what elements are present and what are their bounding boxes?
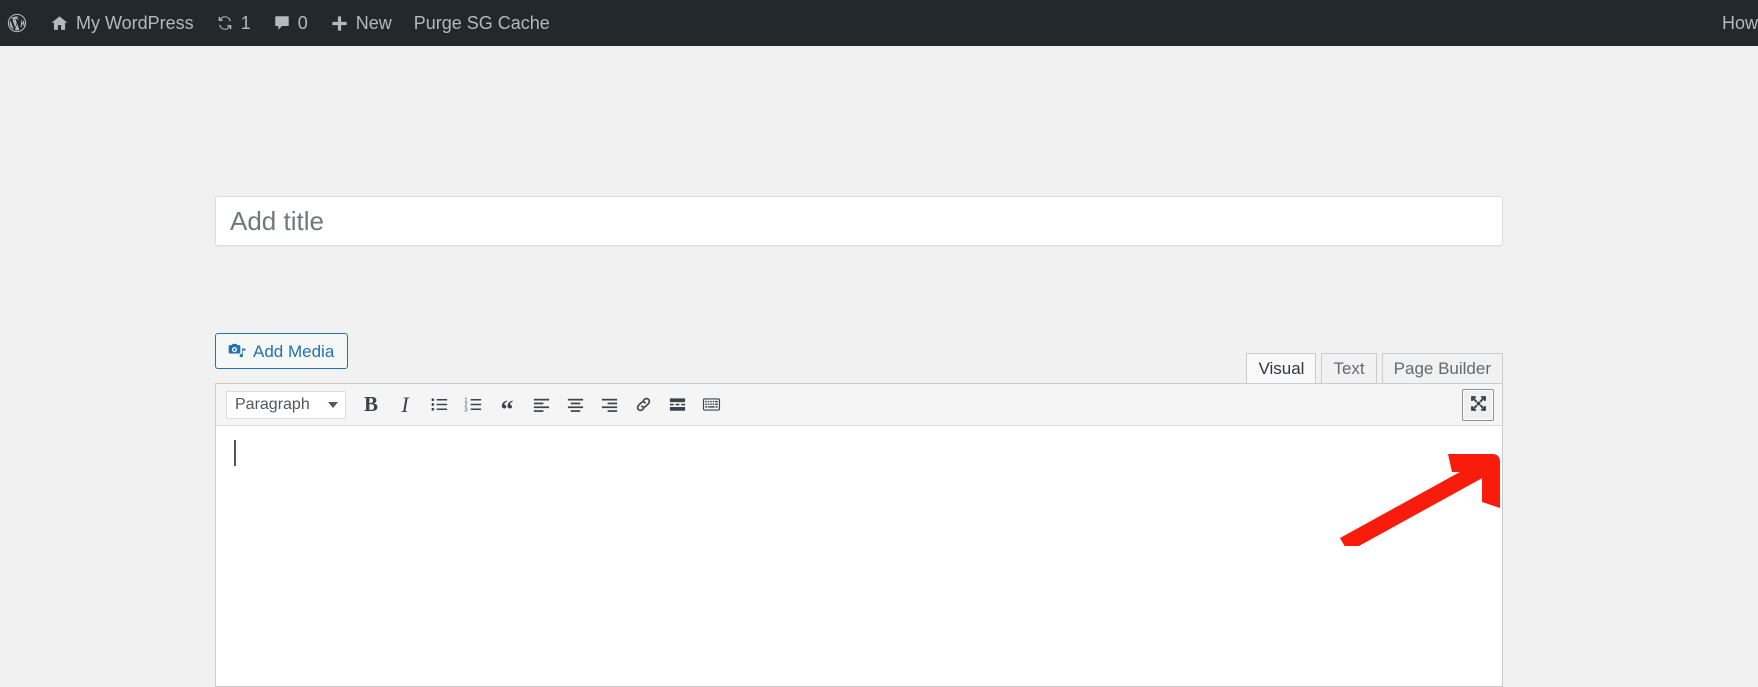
paragraph-format-select[interactable]: Paragraph [226,390,346,419]
numbered-list-icon: 1 2 3 [464,395,483,414]
link-chain-icon [634,395,653,414]
howdy-user-menu[interactable]: How [1711,0,1758,46]
updates-count: 1 [240,13,251,33]
comments-count: 0 [297,13,308,33]
format-select-wrap: Paragraph [220,390,354,419]
italic-glyph: I [401,391,409,417]
align-left-icon [532,395,551,414]
purge-sg-cache-label: Purge SG Cache [413,13,550,33]
comment-bubble-icon [273,14,291,32]
bold-button[interactable]: B [354,389,388,421]
editor-mode-tabs: Visual Text Page Builder [1241,353,1503,384]
italic-button[interactable]: I [388,389,422,421]
text-caret [234,440,236,466]
numbered-list-button[interactable]: 1 2 3 [456,389,490,421]
keyboard-shortcuts-button[interactable] [694,389,728,421]
post-title-input[interactable] [215,196,1503,246]
align-right-button[interactable] [592,389,626,421]
mce-content-area[interactable] [216,426,1502,686]
bulleted-list-button[interactable] [422,389,456,421]
tab-text[interactable]: Text [1321,353,1377,384]
tab-visual[interactable]: Visual [1246,353,1317,384]
post-title-wrap [215,196,1503,246]
read-more-button[interactable] [660,389,694,421]
updates-icon [216,14,234,32]
read-more-icon [668,395,687,414]
wordpress-logo-icon [6,12,28,34]
editor-tools-bar: Add Media Visual Text Page Builder [215,322,1503,384]
media-camera-music-icon [227,341,247,361]
svg-text:3: 3 [464,408,467,414]
wordpress-logo-menu[interactable] [0,0,39,46]
insert-link-button[interactable] [626,389,660,421]
align-center-button[interactable] [558,389,592,421]
fullscreen-expand-icon [1469,394,1488,416]
comments-menu[interactable]: 0 [262,0,319,46]
add-media-label: Add Media [253,341,335,361]
wp-body: Add Media Visual Text Page Builder Parag… [0,46,1758,687]
align-right-icon [600,395,619,414]
align-center-icon [566,395,585,414]
new-content-menu[interactable]: New [319,0,403,46]
add-media-button[interactable]: Add Media [215,333,349,369]
mce-toolbar: Paragraph B I 1 2 3 “ [216,384,1502,426]
site-name-menu[interactable]: My WordPress [39,0,205,46]
tab-page-builder[interactable]: Page Builder [1381,353,1503,384]
distraction-free-writing-button[interactable] [1462,389,1494,421]
bold-glyph: B [363,392,378,416]
site-name-label: My WordPress [76,13,194,33]
plus-icon [330,14,349,33]
post-editor: Add Media Visual Text Page Builder Parag… [215,322,1503,687]
home-icon [50,14,69,33]
blockquote-button[interactable]: “ [490,389,524,424]
purge-sg-cache-menu[interactable]: Purge SG Cache [403,0,561,46]
mce-container: Paragraph B I 1 2 3 “ [215,383,1503,687]
updates-menu[interactable]: 1 [205,0,262,46]
howdy-label: How [1721,13,1758,33]
align-left-button[interactable] [524,389,558,421]
new-content-label: New [355,13,392,33]
bulleted-list-icon [430,395,449,414]
blockquote-glyph: “ [500,394,514,424]
keyboard-icon [702,395,721,414]
admin-bar: My WordPress 1 0 New Purge SG Cache How [0,0,1758,46]
